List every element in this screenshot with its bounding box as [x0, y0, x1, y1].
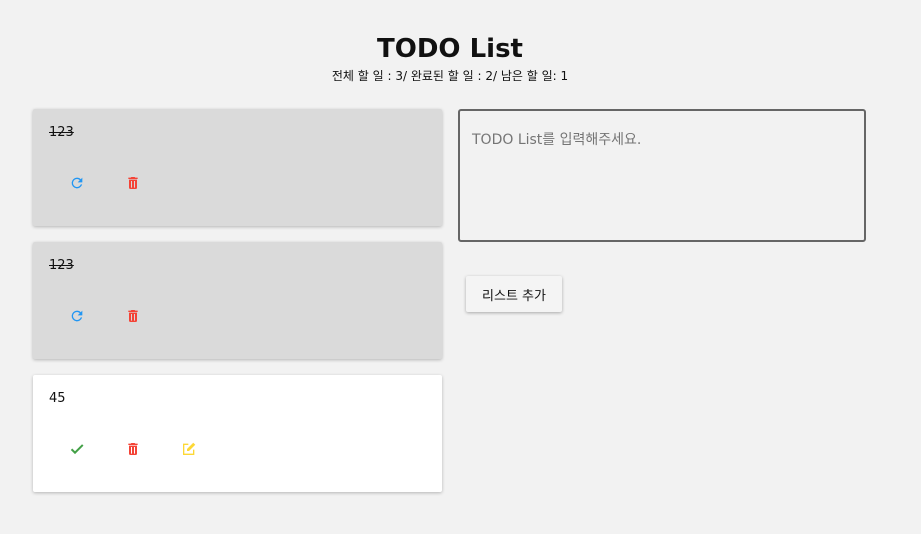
app-header: TODO List 전체 할 일 : 3/ 완료된 할 일 : 2/ 남은 할 …: [0, 30, 900, 84]
todo-actions: [69, 175, 141, 191]
todo-text: 123: [49, 258, 74, 273]
todo-list: 123 123 45: [33, 109, 442, 508]
todo-text: 45: [49, 391, 66, 406]
add-list-button[interactable]: 리스트 추가: [466, 276, 562, 312]
todo-text: 123: [49, 125, 74, 140]
check-icon[interactable]: [69, 441, 85, 457]
todo-item: 45: [33, 375, 442, 492]
trash-icon[interactable]: [125, 308, 141, 324]
todo-input[interactable]: [458, 109, 866, 242]
restore-icon[interactable]: [69, 308, 85, 324]
page-title: TODO List: [377, 34, 523, 64]
trash-icon[interactable]: [125, 175, 141, 191]
todo-summary: 전체 할 일 : 3/ 완료된 할 일 : 2/ 남은 할 일: 1: [331, 69, 569, 83]
trash-icon[interactable]: [125, 441, 141, 457]
todo-item-completed: 123: [33, 109, 442, 226]
todo-actions: [69, 441, 197, 457]
todo-actions: [69, 308, 141, 324]
todo-item-completed: 123: [33, 242, 442, 359]
edit-icon[interactable]: [181, 441, 197, 457]
restore-icon[interactable]: [69, 175, 85, 191]
